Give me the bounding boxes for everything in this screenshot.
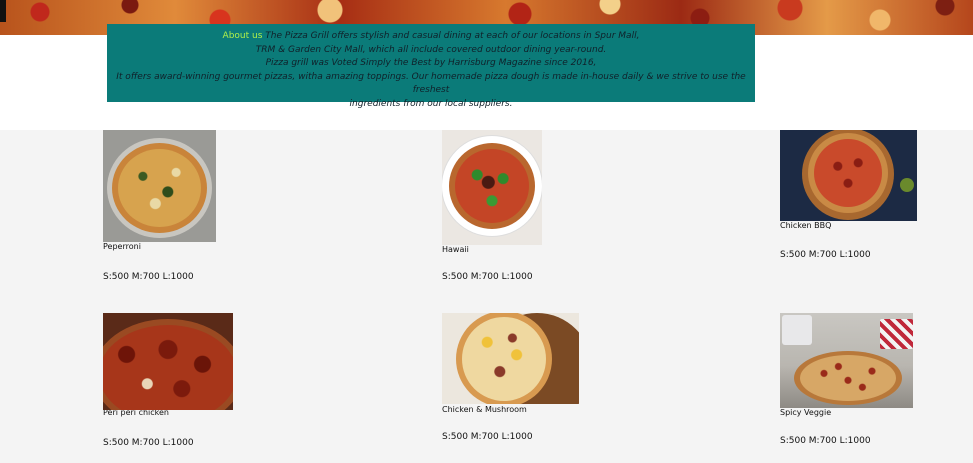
pizza-image bbox=[442, 313, 579, 404]
about-line-3: Pizza grill was Voted Simply the Best by… bbox=[265, 58, 597, 68]
item-name: Spicy Veggie bbox=[780, 408, 832, 417]
hero-edge-mark bbox=[0, 0, 6, 22]
menu-item-peperroni[interactable]: Peperroni S:500 M:700 L:1000 bbox=[103, 130, 303, 282]
menu-item-peri-peri-chicken[interactable]: Peri peri chicken S:500 M:700 L:1000 bbox=[103, 313, 303, 448]
item-price: S:500 M:700 L:1000 bbox=[103, 438, 194, 448]
about-line-4: It offers award-winning gourmet pizzas, … bbox=[116, 71, 746, 96]
item-name: Chicken BBQ bbox=[780, 221, 832, 230]
about-line-2: TRM & Garden City Mall, which all includ… bbox=[255, 44, 607, 55]
item-price: S:500 M:700 L:1000 bbox=[103, 272, 194, 282]
pizza-image bbox=[780, 313, 913, 408]
item-price: S:500 M:700 L:1000 bbox=[780, 436, 871, 446]
item-name: Hawaii bbox=[442, 245, 469, 254]
about-line-1: About us The Pizza Grill offers stylish … bbox=[222, 31, 640, 41]
menu-item-spicy-veggie[interactable]: Spicy Veggie S:500 M:700 L:1000 bbox=[780, 313, 970, 446]
about-section: About us The Pizza Grill offers stylish … bbox=[107, 24, 755, 109]
pizza-image bbox=[780, 130, 917, 221]
about-label: About us bbox=[222, 31, 263, 41]
menu-item-hawaii[interactable]: Hawaii S:500 M:700 L:1000 bbox=[442, 130, 642, 282]
pizza-image bbox=[103, 130, 216, 242]
item-price: S:500 M:700 L:1000 bbox=[442, 272, 533, 282]
menu-item-chicken-bbq[interactable]: Chicken BBQ S:500 M:700 L:1000 bbox=[780, 130, 970, 260]
about-line-5: ingredients from our local suppliers. bbox=[349, 98, 513, 109]
menu-item-chicken-mushroom[interactable]: Chicken & Mushroom S:500 M:700 L:1000 bbox=[442, 313, 642, 442]
item-price: S:500 M:700 L:1000 bbox=[442, 432, 533, 442]
item-price: S:500 M:700 L:1000 bbox=[780, 250, 871, 260]
pizza-image bbox=[442, 130, 542, 245]
pizza-image bbox=[103, 313, 233, 410]
item-name: Chicken & Mushroom bbox=[442, 405, 527, 414]
item-name: Peperroni bbox=[103, 242, 141, 251]
